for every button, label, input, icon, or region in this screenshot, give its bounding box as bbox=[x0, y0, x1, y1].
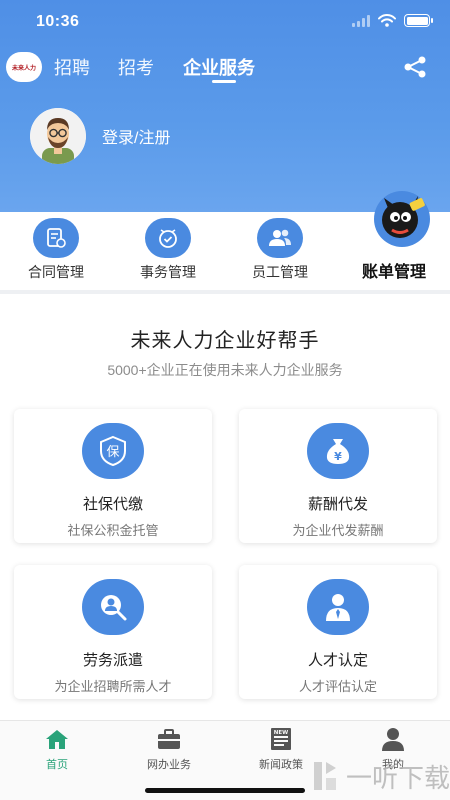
briefcase-icon bbox=[124, 727, 214, 751]
quick-label: 事务管理 bbox=[140, 264, 196, 280]
profile-icon bbox=[348, 727, 438, 751]
status-icons bbox=[352, 14, 433, 27]
card-title: 人才认定 bbox=[307, 652, 368, 669]
share-icon[interactable] bbox=[402, 55, 428, 79]
shield-bao-icon: 保 bbox=[82, 423, 144, 479]
tab-enterprise-service[interactable]: 企业服务 bbox=[183, 54, 255, 80]
svg-text:保: 保 bbox=[106, 445, 119, 460]
quick-label: 账单管理 bbox=[361, 264, 426, 281]
person-tie-icon bbox=[307, 579, 369, 635]
signal-icon bbox=[352, 14, 370, 27]
card-title: 薪酬代发 bbox=[307, 496, 368, 513]
card-subtitle: 为企业招聘所需人才 bbox=[54, 679, 172, 694]
money-bag-icon: ¥ bbox=[307, 423, 369, 479]
watermark-text: 一听下载 bbox=[346, 762, 450, 793]
tab-label: 网办业务 bbox=[147, 759, 191, 771]
quick-affairs-management[interactable]: 事务管理 bbox=[112, 212, 224, 282]
wifi-icon bbox=[378, 14, 396, 27]
card-title: 社保代缴 bbox=[82, 496, 143, 513]
logo-text: 未来人力 bbox=[11, 65, 36, 72]
mascot-icon bbox=[374, 191, 430, 247]
quick-actions: 合同管理 事务管理 员工管理 账单管理 bbox=[0, 191, 450, 294]
service-card-salary[interactable]: ¥ 薪酬代发 为企业代发薪酬 bbox=[239, 409, 437, 543]
service-card-social-security[interactable]: 保 社保代缴 社保公积金托管 bbox=[14, 409, 212, 543]
card-subtitle: 人才评估认定 bbox=[298, 679, 377, 694]
battery-icon bbox=[404, 14, 433, 27]
intro-subtitle: 5000+企业正在使用未来人力企业服务 bbox=[107, 362, 343, 378]
profile-section[interactable]: 登录/注册 bbox=[30, 108, 170, 164]
app-logo[interactable]: 未来人力 bbox=[6, 52, 42, 82]
tab-online-business[interactable]: 网办业务 bbox=[124, 727, 214, 772]
quick-contract-management[interactable]: 合同管理 bbox=[0, 212, 112, 282]
card-title: 劳务派遣 bbox=[82, 652, 143, 669]
top-nav: 未来人力 招聘 招考 企业服务 bbox=[0, 50, 450, 86]
status-time: 10:36 bbox=[36, 13, 80, 30]
avatar[interactable] bbox=[30, 108, 86, 164]
watermark-logo-icon bbox=[314, 762, 336, 790]
tab-exam[interactable]: 招考 bbox=[118, 54, 154, 80]
quick-bill-management[interactable]: 账单管理 bbox=[338, 191, 450, 282]
contract-icon bbox=[33, 218, 79, 258]
card-subtitle: 社保公积金托管 bbox=[67, 523, 159, 538]
clock-icon bbox=[145, 218, 191, 258]
search-person-icon bbox=[82, 579, 144, 635]
users-icon bbox=[257, 218, 303, 258]
newspaper-icon: NEW bbox=[236, 727, 326, 751]
tab-recruit[interactable]: 招聘 bbox=[54, 54, 90, 80]
active-tab-indicator bbox=[212, 80, 236, 83]
service-card-labor-dispatch[interactable]: 劳务派遣 为企业招聘所需人才 bbox=[14, 565, 212, 699]
login-register-link[interactable]: 登录/注册 bbox=[102, 124, 170, 148]
home-icon bbox=[12, 727, 102, 751]
svg-text:NEW: NEW bbox=[274, 730, 288, 736]
avatar-icon bbox=[30, 108, 86, 164]
quick-employee-management[interactable]: 员工管理 bbox=[224, 212, 336, 282]
quick-label: 合同管理 bbox=[28, 264, 84, 280]
service-card-talent-certification[interactable]: 人才认定 人才评估认定 bbox=[239, 565, 437, 699]
quick-label: 员工管理 bbox=[252, 264, 308, 280]
intro-title: 未来人力企业好帮手 bbox=[130, 330, 320, 352]
card-subtitle: 为企业代发薪酬 bbox=[292, 523, 384, 538]
home-indicator bbox=[145, 788, 305, 793]
tab-home[interactable]: 首页 bbox=[12, 727, 102, 772]
tab-label: 首页 bbox=[46, 759, 68, 771]
svg-text:¥: ¥ bbox=[334, 450, 342, 463]
watermark: 一听下载 bbox=[310, 752, 450, 800]
status-bar: 10:36 bbox=[0, 0, 450, 44]
